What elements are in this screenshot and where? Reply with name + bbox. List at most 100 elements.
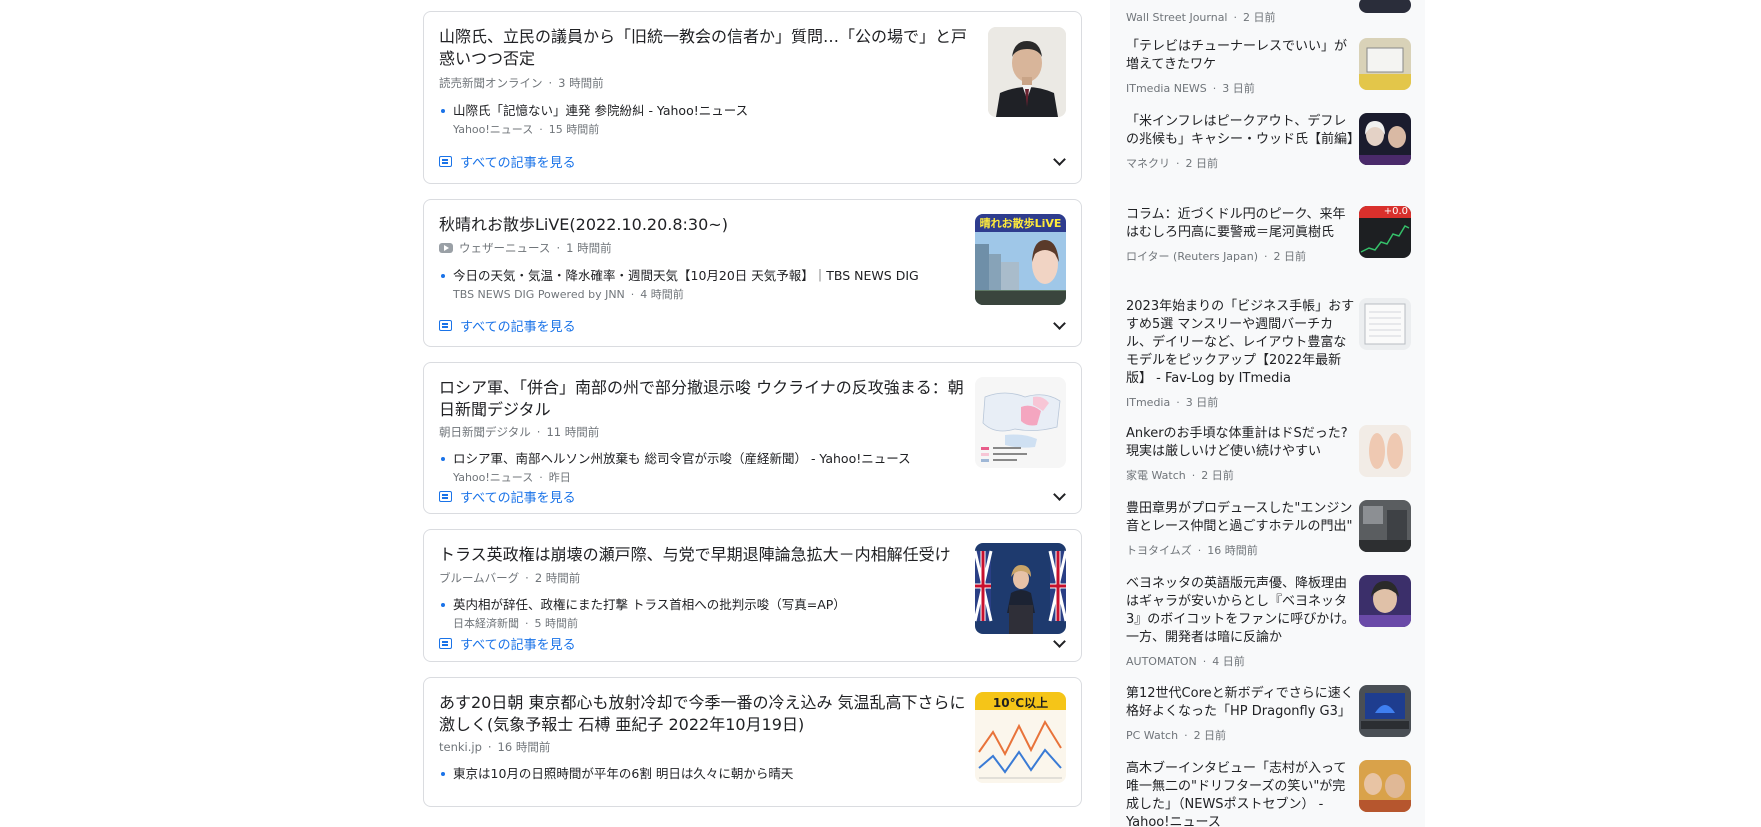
story-card[interactable]: 秋晴れお散歩LiVE(2022.10.20.8:30~) ウェザーニュース · 1 … <box>423 199 1082 347</box>
side-thumbnail[interactable] <box>1359 113 1411 165</box>
thumbnail-caption: +0.0 <box>1383 206 1408 217</box>
side-thumbnail[interactable] <box>1359 685 1411 737</box>
sidebar-item[interactable]: 高木ブーインタビュー「志村が入って唯一無二の"ドリフターズの笑い"が完成した」（… <box>1126 760 1411 827</box>
story-title[interactable]: 山際氏、立民の議員から「旧統一教会の信者か」質問…「公の場で」と戸惑いつつ否定 <box>439 26 969 70</box>
story-thumbnail[interactable]: 10℃以上 <box>975 692 1066 783</box>
story-thumbnail[interactable]: 晴れお散歩LiVE <box>975 214 1066 305</box>
see-all-articles-link[interactable]: すべての記事を見る <box>439 316 576 335</box>
side-meta: AUTOMATON · 4 日前 <box>1126 655 1245 668</box>
scale-photo <box>1359 425 1411 477</box>
story-title[interactable]: 秋晴れお散歩LiVE(2022.10.20.8:30~) <box>439 214 969 236</box>
side-thumbnail[interactable] <box>1359 298 1411 350</box>
side-title[interactable]: 豊田章男がプロデュースした"エンジン音とレース仲間と過ごすホテルの門出" <box>1126 500 1356 536</box>
related-title[interactable]: ロシア軍、南部ヘルソン州放棄も 総司令官が示唆（産経新聞） - Yahoo!ニュ… <box>439 450 911 468</box>
laptop-photo <box>1359 685 1411 737</box>
side-title[interactable]: 2023年始まりの「ビジネス手帳」おすすめ5選 マンスリーや週間バーチカル、デイ… <box>1126 298 1356 388</box>
side-title[interactable]: 高木ブーインタビュー「志村が入って唯一無二の"ドリフターズの笑い"が完成した」（… <box>1126 760 1356 827</box>
side-thumbnail[interactable] <box>1359 0 1411 13</box>
interview-photo <box>1359 113 1411 165</box>
sidebar-item[interactable]: 第12世代Coreと新ボディでさらに速く格好よくなった「HP Dragonfly… <box>1126 685 1411 743</box>
side-thumbnail[interactable]: +0.0 <box>1359 206 1411 258</box>
side-thumbnail[interactable] <box>1359 38 1411 90</box>
story-thumbnail[interactable] <box>975 543 1066 634</box>
group-photo <box>1359 760 1411 812</box>
see-all-articles-link[interactable]: すべての記事を見る <box>439 152 576 171</box>
story-title[interactable]: あす20日朝 東京都心も放射冷却で今季一番の冷え込み 気温乱高下さらに激しく(気… <box>439 692 969 736</box>
story-meta: ウェザーニュース · 1 時間前 <box>439 240 612 256</box>
sidebar-item[interactable]: 2023年始まりの「ビジネス手帳」おすすめ5選 マンスリーや週間バーチカル、デイ… <box>1126 298 1411 410</box>
see-all-articles-link[interactable]: すべての記事を見る <box>439 487 576 506</box>
sidebar-item[interactable]: ベヨネッタの英語版元声優、降板理由はギャラが安いからとし『ベヨネッタ3』のボイコ… <box>1126 575 1411 669</box>
story-source: ウェザーニュース <box>459 241 551 255</box>
chevron-down-icon[interactable] <box>1052 318 1066 332</box>
related-article[interactable]: 今日の天気・気温・降水確率・週間天気【10月20日 天気予報】｜TBS NEWS… <box>439 267 919 302</box>
sidebar-item[interactable]: 「米インフレはピークアウト、デフレの兆候も」キャシー・ウッド氏【前編】 マネクリ… <box>1126 113 1411 171</box>
side-title[interactable]: コラム：近づくドル円のピーク、来年はむしろ円高に要警戒＝尾河眞樹氏 <box>1126 206 1356 242</box>
story-list: 山際氏、立民の議員から「旧統一教会の信者か」質問…「公の場で」と戸惑いつつ否定 … <box>423 11 1082 822</box>
story-time: 11 時間前 <box>546 425 600 439</box>
related-title[interactable]: 今日の天気・気温・降水確率・週間天気【10月20日 天気予報】｜TBS NEWS… <box>439 267 919 285</box>
story-time: 16 時間前 <box>497 740 551 754</box>
story-card[interactable]: あす20日朝 東京都心も放射冷却で今季一番の冷え込み 気温乱高下さらに激しく(気… <box>423 677 1082 807</box>
map-graphic <box>975 377 1066 468</box>
sidebar-item[interactable]: 豊田章男がプロデュースした"エンジン音とレース仲間と過ごすホテルの門出" トヨタ… <box>1126 500 1411 558</box>
story-meta: ブルームバーグ · 2 時間前 <box>439 571 581 585</box>
chevron-down-icon[interactable] <box>1052 636 1066 650</box>
story-title[interactable]: ロシア軍、「併合」南部の州で部分撤退示唆 ウクライナの反攻強まる：朝日新聞デジタ… <box>439 377 969 421</box>
side-title[interactable]: Ankerのお手頃な体重計はドSだった?現実は厳しいけど使い続けやすい <box>1126 425 1356 461</box>
related-article[interactable]: 英内相が辞任、政権にまた打撃 トラス首相への批判示唆（写真=AP） 日本経済新聞… <box>439 596 846 631</box>
side-title[interactable]: 「米インフレはピークアウト、デフレの兆候も」キャシー・ウッド氏【前編】 <box>1126 113 1360 149</box>
article-stack-icon <box>439 491 452 502</box>
related-title[interactable]: 東京は10月の日照時間が平年の6割 明日は久々に朝から晴天 <box>439 765 793 783</box>
related-meta: Yahoo!ニュース · 15 時間前 <box>453 123 600 136</box>
related-article[interactable]: ロシア軍、南部ヘルソン州放棄も 総司令官が示唆（産経新聞） - Yahoo!ニュ… <box>439 450 911 485</box>
sidebar-item[interactable]: Wall Street Journal · 2 日前 <box>1126 0 1411 25</box>
story-meta: tenki.jp · 16 時間前 <box>439 740 551 754</box>
story-source: tenki.jp <box>439 740 482 754</box>
related-meta: Yahoo!ニュース · 昨日 <box>453 471 571 484</box>
article-stack-icon <box>439 638 452 649</box>
related-title[interactable]: 山際氏「記憶ない」連発 参院紛糾 - Yahoo!ニュース <box>439 102 748 120</box>
side-thumbnail[interactable] <box>1359 425 1411 477</box>
hotel-photo <box>1359 500 1411 552</box>
chevron-down-icon[interactable] <box>1052 489 1066 503</box>
side-thumbnail[interactable] <box>1359 760 1411 812</box>
thumbnail-caption: 10℃以上 <box>992 696 1049 710</box>
side-title[interactable]: 第12世代Coreと新ボディでさらに速く格好よくなった「HP Dragonfly… <box>1126 685 1356 721</box>
side-title[interactable]: 「テレビはチューナーレスでいい」が増えてきたワケ <box>1126 38 1356 74</box>
related-article[interactable]: 東京は10月の日照時間が平年の6割 明日は久々に朝から晴天 <box>439 765 793 783</box>
side-meta: ITmedia · 3 日前 <box>1126 396 1219 409</box>
story-meta: 読売新聞オンライン · 3 時間前 <box>439 76 604 90</box>
related-meta: TBS NEWS DIG Powered by JNN · 4 時間前 <box>453 288 684 301</box>
story-card[interactable]: 山際氏、立民の議員から「旧統一教会の信者か」質問…「公の場で」と戸惑いつつ否定 … <box>423 11 1082 184</box>
story-thumbnail[interactable] <box>975 377 1066 468</box>
story-time: 3 時間前 <box>558 76 604 90</box>
story-card[interactable]: トラス英政権は崩壊の瀬戸際、与党で早期退陣論急拡大－内相解任受け ブルームバーグ… <box>423 529 1082 662</box>
related-article[interactable]: 山際氏「記憶ない」連発 参院紛糾 - Yahoo!ニュース Yahoo!ニュース… <box>439 102 748 137</box>
story-thumbnail[interactable] <box>988 27 1066 117</box>
story-source: 読売新聞オンライン <box>439 76 543 90</box>
related-meta: 日本経済新聞 · 5 時間前 <box>453 617 578 630</box>
sidebar-item[interactable]: コラム：近づくドル円のピーク、来年はむしろ円高に要警戒＝尾河眞樹氏 ロイター (… <box>1126 206 1411 264</box>
chevron-down-icon[interactable] <box>1052 154 1066 168</box>
story-time: 1 時間前 <box>566 241 612 255</box>
notebook-photo <box>1359 298 1411 350</box>
story-source: ブルームバーグ <box>439 571 520 585</box>
portrait-photo <box>988 27 1066 117</box>
see-all-articles-link[interactable]: すべての記事を見る <box>439 634 576 653</box>
sidebar-item[interactable]: Ankerのお手頃な体重計はドSだった?現実は厳しいけど使い続けやすい 家電 W… <box>1126 425 1411 483</box>
article-stack-icon <box>439 156 452 167</box>
sidebar-item[interactable]: 「テレビはチューナーレスでいい」が増えてきたワケ ITmedia NEWS · 3 … <box>1126 38 1411 96</box>
story-title[interactable]: トラス英政権は崩壊の瀬戸際、与党で早期退陣論急拡大－内相解任受け <box>439 544 969 566</box>
related-title[interactable]: 英内相が辞任、政権にまた打撃 トラス首相への批判示唆（写真=AP） <box>439 596 846 614</box>
side-title[interactable]: ベヨネッタの英語版元声優、降板理由はギャラが安いからとし『ベヨネッタ3』のボイコ… <box>1126 575 1356 647</box>
story-card[interactable]: ロシア軍、「併合」南部の州で部分撤退示唆 ウクライナの反攻強まる：朝日新聞デジタ… <box>423 362 1082 514</box>
person-photo <box>1359 575 1411 627</box>
side-thumbnail[interactable] <box>1359 500 1411 552</box>
story-source: 朝日新聞デジタル <box>439 425 531 439</box>
thumbnail-caption: 晴れお散歩LiVE <box>979 217 1062 230</box>
youtube-icon <box>439 243 453 253</box>
side-thumbnail[interactable] <box>1359 575 1411 627</box>
podium-photo <box>975 543 1066 634</box>
story-time: 2 時間前 <box>534 571 581 585</box>
